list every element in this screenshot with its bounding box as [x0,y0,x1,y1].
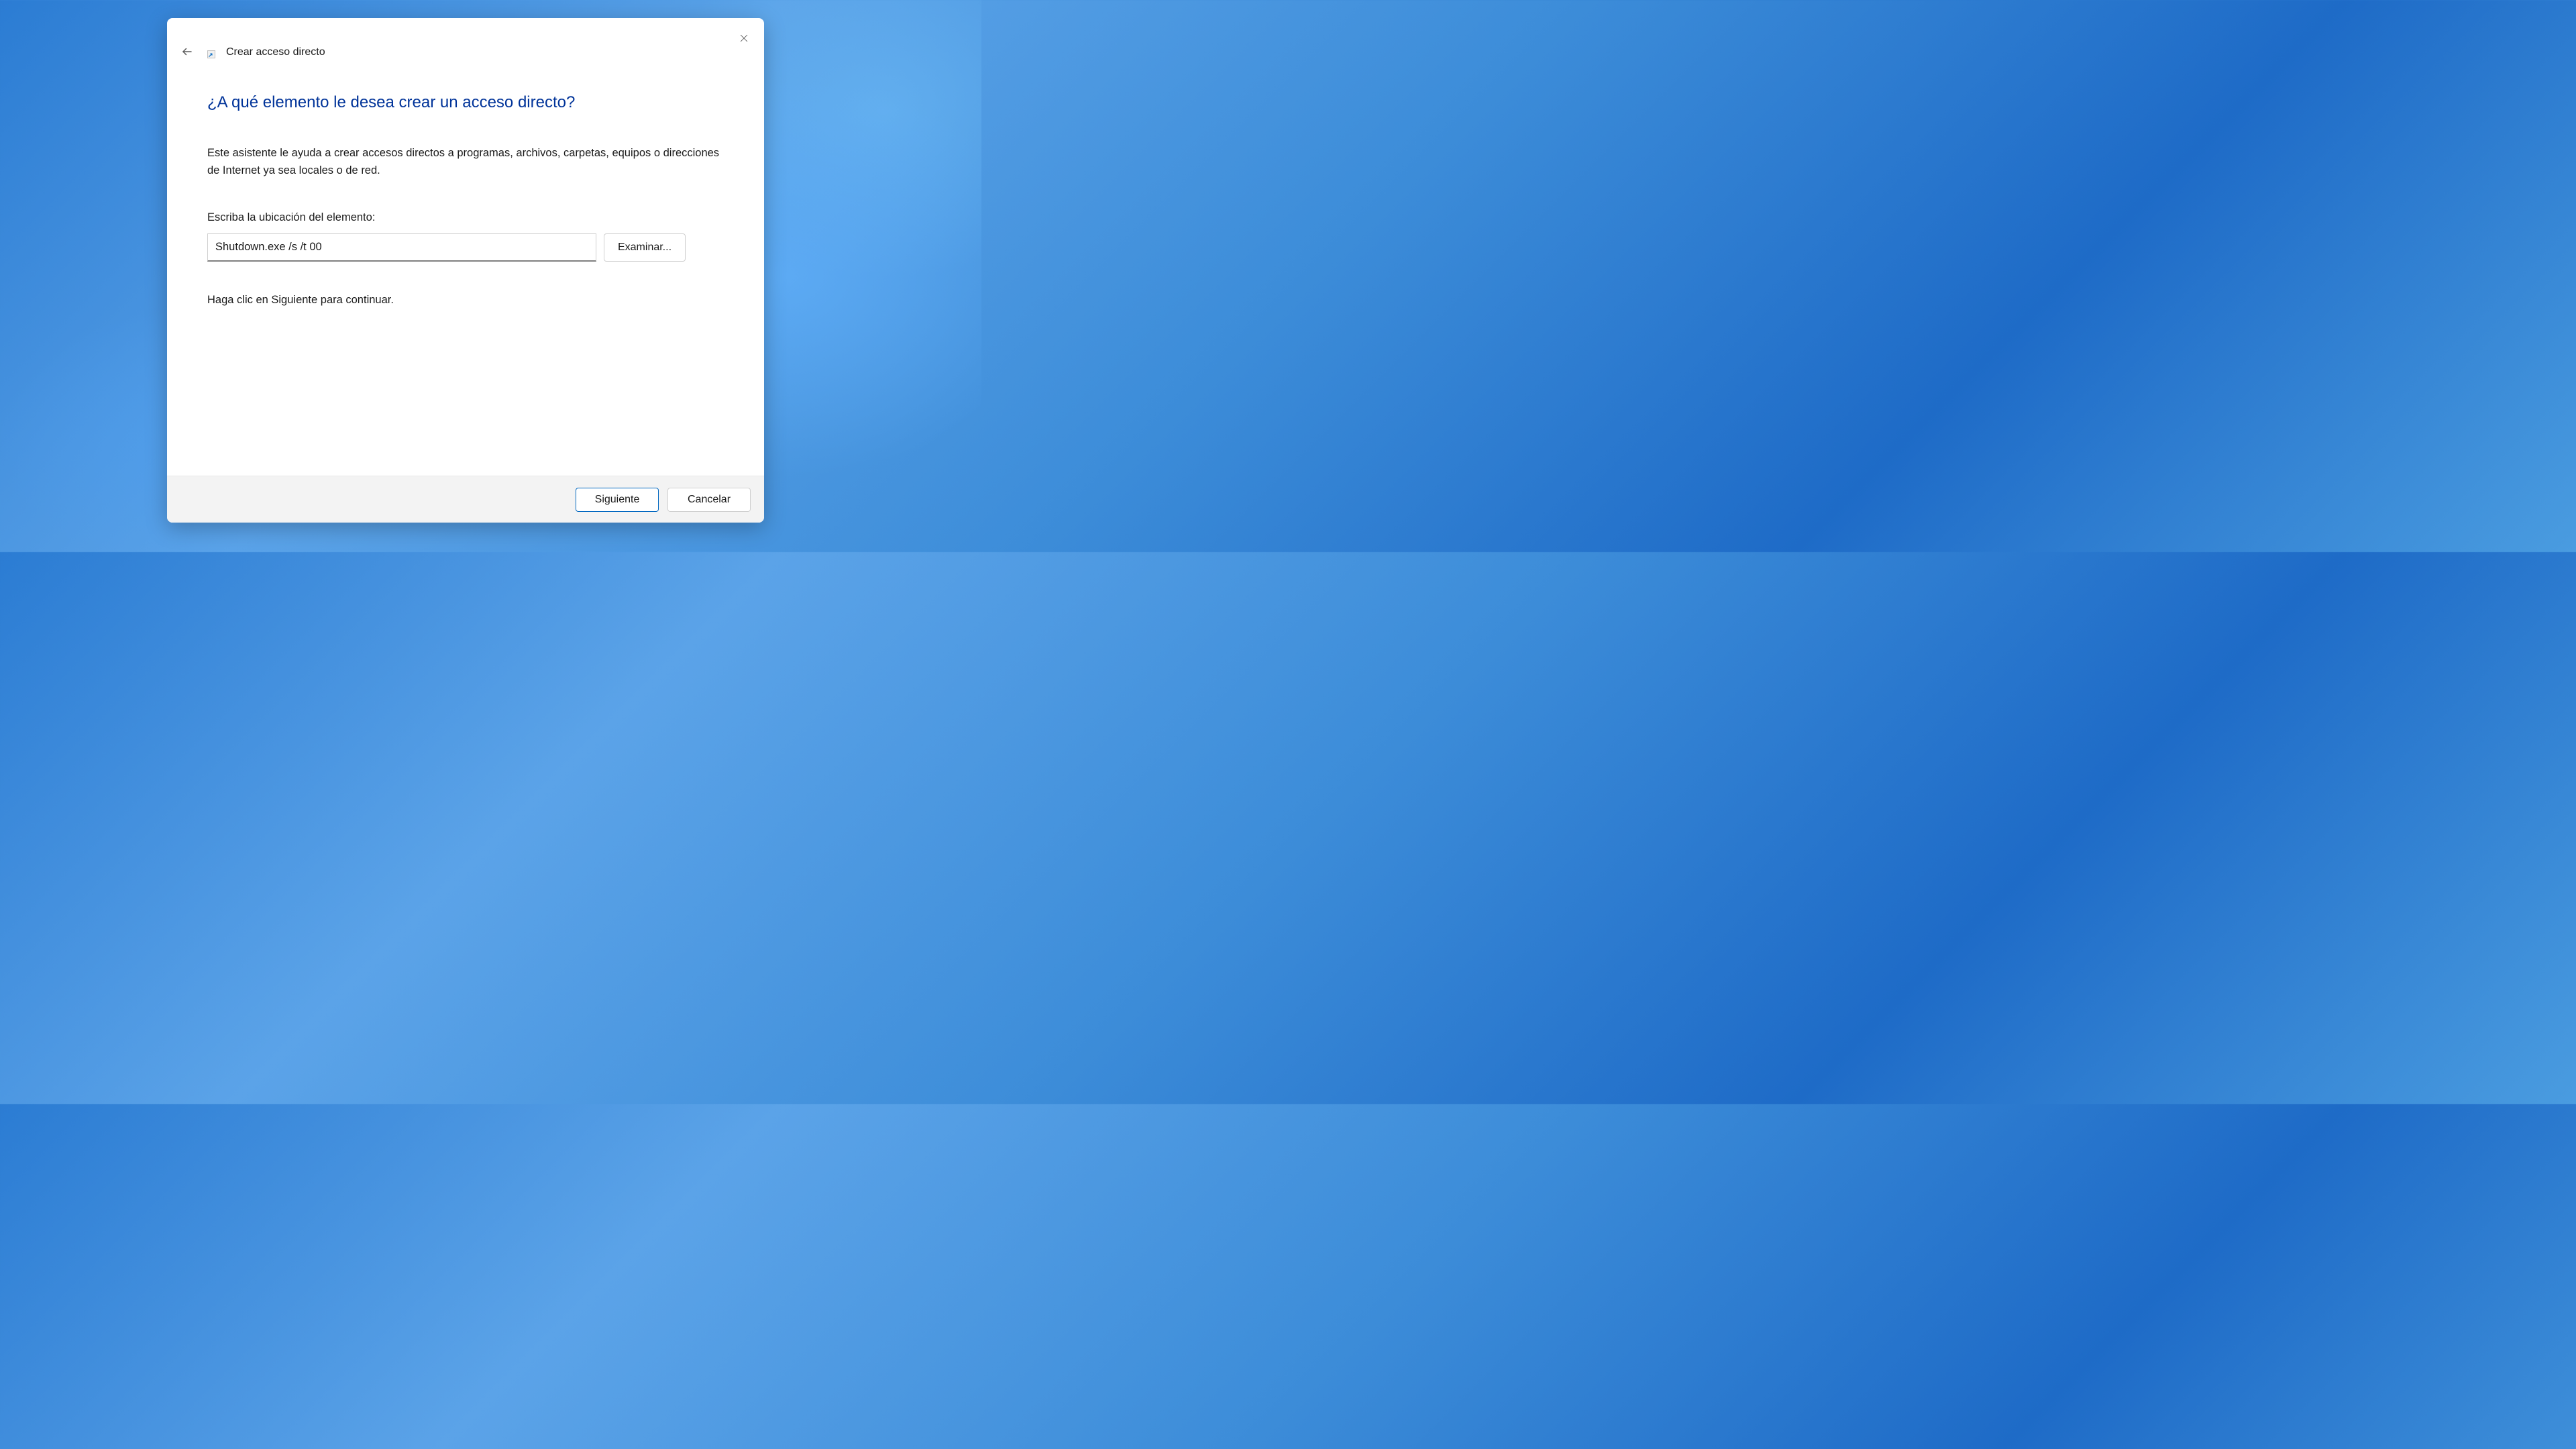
titlebar: Crear acceso directo [167,18,764,68]
input-row: Examinar... [207,233,724,262]
shortcut-icon [207,48,218,58]
arrow-left-icon [181,46,193,58]
location-field-label: Escriba la ubicación del elemento: [207,211,724,224]
next-button[interactable]: Siguiente [576,488,659,512]
browse-button[interactable]: Examinar... [604,233,686,262]
dialog-content: ¿A qué elemento le desea crear un acceso… [167,68,764,476]
instruction-text: Haga clic en Siguiente para continuar. [207,294,724,307]
dialog-footer: Siguiente Cancelar [167,476,764,523]
dialog-heading: ¿A qué elemento le desea crear un acceso… [207,92,724,113]
cancel-button[interactable]: Cancelar [667,488,751,512]
dialog-description: Este asistente le ayuda a crear accesos … [207,145,724,179]
location-input[interactable] [207,233,596,262]
dialog-title: Crear acceso directo [226,46,325,58]
close-button[interactable] [733,28,755,49]
back-button[interactable] [176,41,198,62]
close-icon [739,34,749,43]
create-shortcut-dialog: Crear acceso directo ¿A qué elemento le … [167,18,764,523]
